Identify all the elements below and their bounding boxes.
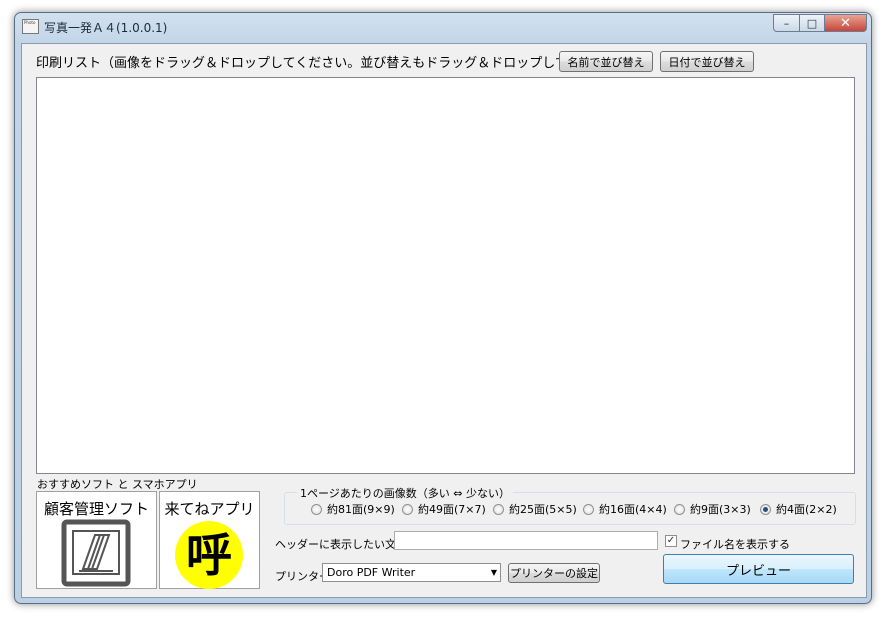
radio-4[interactable]: 約4面(2×2) (760, 501, 837, 517)
radio-4-label: 約4面(2×2) (776, 503, 837, 516)
radio-81-button[interactable] (311, 503, 322, 515)
printer-settings-button[interactable]: プリンターの設定 (508, 563, 600, 583)
preview-button[interactable]: プレビュー (663, 554, 854, 584)
print-list-label: 印刷リスト（画像をドラッグ＆ドロップしてください。並び替えもドラッグ＆ドロップし… (36, 56, 639, 71)
minimize-button[interactable]: – (773, 14, 800, 32)
images-per-page-label: 1ページあたりの画像数（多い ⇔ 少ない） (297, 485, 513, 501)
show-filename-label: ファイル名を表示する (680, 538, 790, 551)
window-title: 写真一発Ａ４(1.0.0.1) (44, 21, 168, 35)
show-filename-checkbox[interactable]: ✓ (665, 535, 677, 547)
printer-select[interactable]: Doro PDF Writer ▼ (322, 563, 501, 582)
sort-by-date-button[interactable]: 日付で並び替え (660, 51, 754, 72)
printer-selected-value: Doro PDF Writer (327, 566, 416, 579)
call-app-glyph: 呼 (186, 528, 232, 582)
app-window: Photo 写真一発Ａ４(1.0.0.1) – □ ✕ 印刷リスト（画像をドラッ… (14, 12, 872, 604)
header-text-input[interactable] (394, 531, 658, 550)
radio-9[interactable]: 約9面(3×3) (674, 501, 751, 517)
radio-81[interactable]: 約81面(9×9) (311, 501, 395, 517)
radio-49[interactable]: 約49面(7×7) (402, 501, 486, 517)
print-list-box[interactable] (36, 77, 855, 474)
radio-9-label: 約9面(3×3) (690, 503, 751, 516)
client-area: 印刷リスト（画像をドラッグ＆ドロップしてください。並び替えもドラッグ＆ドロップし… (21, 43, 867, 598)
radio-49-label: 約49面(7×7) (418, 503, 486, 516)
call-app-ad[interactable]: 来てねアプリ 呼 (159, 491, 260, 589)
header-text-label: ヘッダーに表示したい文言 (275, 538, 407, 551)
radio-25-button[interactable] (493, 503, 504, 515)
maximize-button[interactable]: □ (799, 14, 825, 32)
radio-25[interactable]: 約25面(5×5) (493, 501, 577, 517)
recommended-label: おすすめソフト と スマホアプリ (37, 478, 198, 491)
chevron-down-icon[interactable]: ▼ (491, 568, 497, 577)
sort-by-name-button[interactable]: 名前で並び替え (559, 51, 653, 72)
radio-4-button[interactable] (760, 503, 771, 515)
radio-49-button[interactable] (402, 503, 413, 515)
title-bar[interactable]: Photo 写真一発Ａ４(1.0.0.1) – □ ✕ (15, 13, 871, 43)
customer-management-title: 顧客管理ソフト (43, 500, 149, 518)
customer-management-icon (61, 519, 131, 587)
app-icon: Photo (22, 19, 39, 34)
radio-25-label: 約25面(5×5) (509, 503, 577, 516)
call-app-title: 来てねアプリ (164, 500, 255, 518)
radio-9-button[interactable] (674, 503, 685, 515)
close-button[interactable]: ✕ (824, 14, 867, 32)
customer-management-ad[interactable]: 顧客管理ソフト (36, 491, 157, 589)
radio-16-button[interactable] (583, 503, 594, 515)
radio-16[interactable]: 約16面(4×4) (583, 501, 667, 517)
radio-16-label: 約16面(4×4) (599, 503, 667, 516)
call-app-icon: 呼 (175, 521, 243, 589)
radio-81-label: 約81面(9×9) (327, 503, 395, 516)
